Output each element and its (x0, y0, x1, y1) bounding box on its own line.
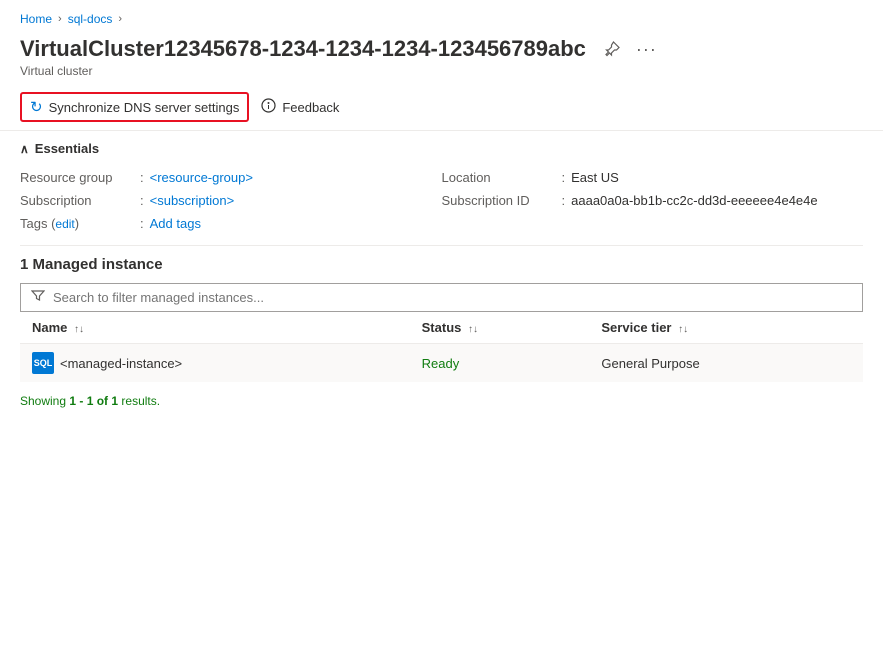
col-header-name[interactable]: Name ↑↓ (20, 312, 410, 344)
results-range: 1 - 1 of 1 (69, 394, 118, 408)
instance-name-value: <managed-instance> (60, 356, 182, 371)
pin-button[interactable] (600, 39, 624, 59)
page-header: VirtualCluster12345678-1234-1234-1234-12… (0, 32, 883, 84)
breadcrumb: Home › sql-docs › (0, 0, 883, 32)
pin-icon (604, 41, 620, 57)
toolbar: ↻ Synchronize DNS server settings Feedba… (0, 84, 883, 131)
essentials-row-subscription: Subscription : <subscription> (20, 189, 442, 212)
table-row[interactable]: SQL <managed-instance> Ready General Pur… (20, 344, 863, 383)
essentials-label-subscription: Subscription (20, 193, 140, 208)
essentials-sep-4: : (562, 193, 566, 208)
tier-value: General Purpose (601, 356, 699, 371)
status-badge: Ready (422, 356, 460, 371)
sync-dns-button[interactable]: ↻ Synchronize DNS server settings (20, 92, 249, 122)
sort-icon-name: ↑↓ (74, 324, 84, 335)
essentials-value-tags[interactable]: Add tags (150, 216, 201, 231)
breadcrumb-sql-docs[interactable]: sql-docs (68, 12, 113, 26)
instances-table: Name ↑↓ Status ↑↓ Service tier ↑↓ SQL <m… (20, 312, 863, 382)
col-header-status[interactable]: Status ↑↓ (410, 312, 590, 344)
essentials-row-tags: Tags (edit) : Add tags (20, 212, 442, 235)
results-text: Showing 1 - 1 of 1 results. (0, 386, 883, 416)
cell-name: SQL <managed-instance> (20, 344, 410, 383)
search-bar (20, 283, 863, 312)
essentials-row-location: Location : East US (442, 166, 864, 189)
essentials-label-tags: Tags (edit) (20, 216, 140, 231)
managed-section: 1 Managed instance Name ↑↓ Status ↑↓ Ser… (0, 246, 883, 386)
essentials-sep-5: : (140, 216, 144, 231)
essentials-sep-2: : (562, 170, 566, 185)
feedback-button[interactable]: Feedback (253, 93, 347, 121)
sort-icon-status: ↑↓ (468, 324, 478, 335)
sort-icon-tier: ↑↓ (678, 324, 688, 335)
cell-tier: General Purpose (589, 344, 863, 383)
essentials-title: Essentials (35, 141, 99, 156)
feedback-label: Feedback (282, 100, 339, 115)
instance-icon: SQL (32, 352, 54, 374)
essentials-value-subscription-id: aaaa0a0a-bb1b-cc2c-dd3d-eeeeee4e4e4e (571, 193, 818, 208)
essentials-section: ∧ Essentials Resource group : <resource-… (0, 131, 883, 245)
breadcrumb-home[interactable]: Home (20, 12, 52, 26)
essentials-row-subscription-id: Subscription ID : aaaa0a0a-bb1b-cc2c-dd3… (442, 189, 864, 212)
essentials-row-resource-group: Resource group : <resource-group> (20, 166, 442, 189)
col-header-tier[interactable]: Service tier ↑↓ (589, 312, 863, 344)
essentials-label-resource-group: Resource group (20, 170, 140, 185)
more-button[interactable]: ··· (632, 37, 661, 62)
essentials-label-location: Location (442, 170, 562, 185)
search-input[interactable] (53, 290, 852, 305)
essentials-label-subscription-id: Subscription ID (442, 193, 562, 208)
page-title-text: VirtualCluster12345678-1234-1234-1234-12… (20, 36, 586, 62)
filter-icon (31, 289, 45, 306)
essentials-grid: Resource group : <resource-group> Locati… (20, 166, 863, 235)
essentials-value-subscription[interactable]: <subscription> (150, 193, 235, 208)
ellipsis-icon: ··· (636, 39, 657, 60)
essentials-value-location: East US (571, 170, 619, 185)
tags-edit-link[interactable]: edit (55, 217, 74, 231)
essentials-header: ∧ Essentials (20, 141, 863, 156)
sync-icon: ↻ (30, 98, 43, 116)
essentials-sep-3: : (140, 193, 144, 208)
essentials-value-resource-group[interactable]: <resource-group> (150, 170, 253, 185)
cell-status: Ready (410, 344, 590, 383)
feedback-icon (261, 98, 276, 116)
table-header-row: Name ↑↓ Status ↑↓ Service tier ↑↓ (20, 312, 863, 344)
breadcrumb-sep-2: › (118, 13, 122, 25)
breadcrumb-sep-1: › (58, 13, 62, 25)
page-subtitle: Virtual cluster (20, 64, 863, 78)
managed-title: 1 Managed instance (20, 256, 863, 273)
chevron-down-icon: ∧ (20, 142, 29, 156)
essentials-sep-1: : (140, 170, 144, 185)
sync-label: Synchronize DNS server settings (49, 100, 240, 115)
